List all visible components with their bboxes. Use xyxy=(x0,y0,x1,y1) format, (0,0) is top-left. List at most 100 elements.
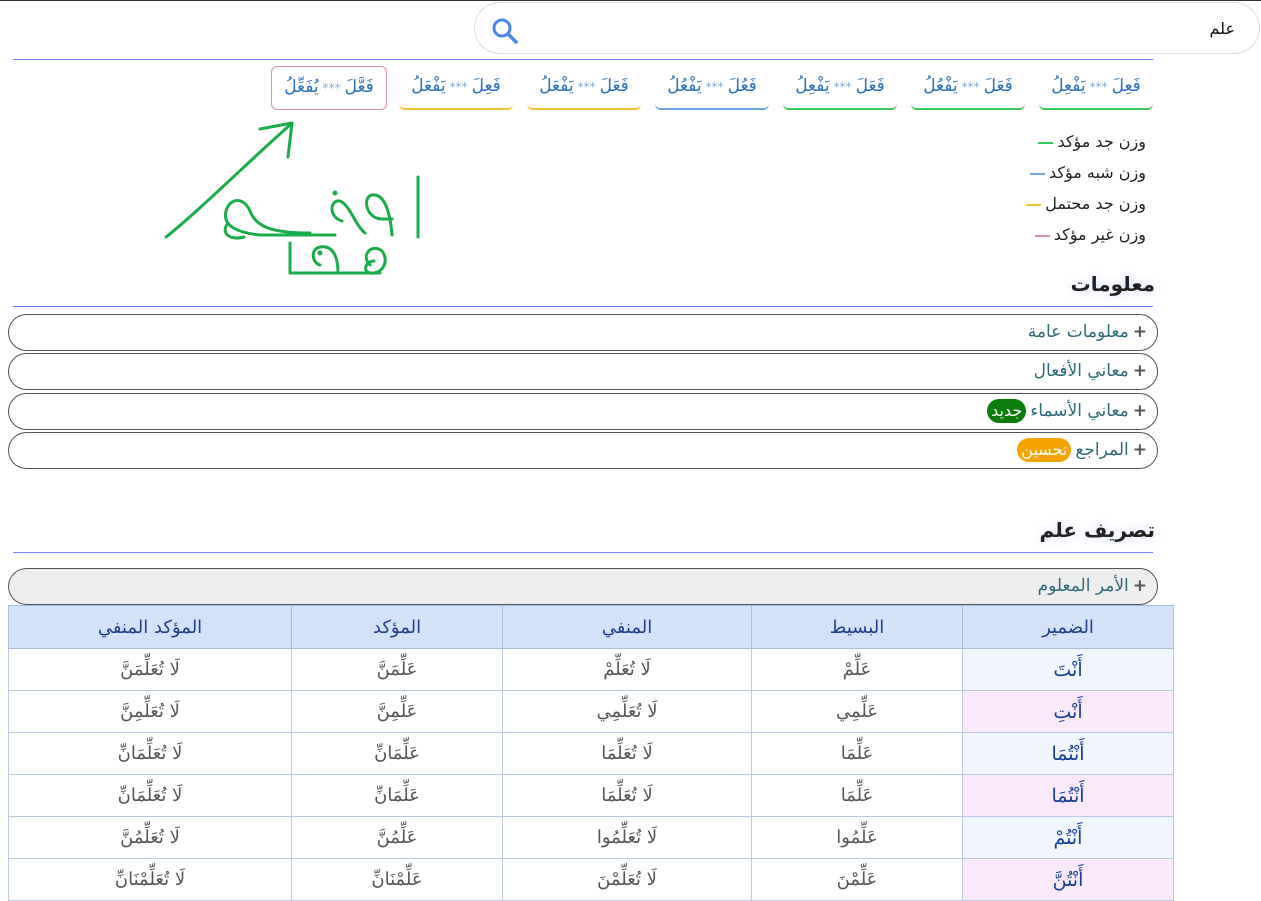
conjugation-cell: لَا تُعَلِّمْنَانِّ xyxy=(8,858,292,901)
accordion-item[interactable]: +المراجعتحسين xyxy=(8,432,1158,469)
plus-icon: + xyxy=(1132,401,1147,421)
column-header: الضمير xyxy=(962,605,1174,649)
legend: وزن جد مؤكد وزن شبه مؤكد وزن جد محتمل وزن غ… xyxy=(1026,126,1146,250)
conjugation-cell: عَلِّمُنَّ xyxy=(291,816,503,859)
conjugation-cell: عَلِّمُوا xyxy=(751,816,963,859)
conjugation-cell: لَا تُعَلِّمَانِّ xyxy=(8,774,292,817)
pronoun-cell: أَنْتُمَا xyxy=(962,732,1174,775)
pattern-past: فَعَلَ xyxy=(599,76,629,96)
pattern-button[interactable]: فَعَلَ***يَفْعَلُ xyxy=(527,66,641,110)
table-row: أَنْتُمَا عَلِّمَا لَا تُعَلِّمَا عَلِّمَان… xyxy=(8,774,1174,817)
pronoun-cell: أَنْتَ xyxy=(962,648,1174,691)
pattern-present: يَفْعَلُ xyxy=(411,76,446,96)
plus-icon: + xyxy=(1132,322,1147,342)
conjugation-cell: لَا تُعَلِّمَا xyxy=(502,732,752,775)
legend-swatch xyxy=(1038,141,1054,144)
conjugation-cell: لَا تُعَلِّمُوا xyxy=(502,816,752,859)
pattern-button[interactable]: فَعَلَ***يَفْعِلُ xyxy=(783,66,897,110)
pattern-separator: *** xyxy=(961,80,980,94)
conjugation-cell: عَلِّمْ xyxy=(751,648,963,691)
conjugation-cell: لَا تُعَلِّمَانِّ xyxy=(8,732,292,775)
conjugation-cell: عَلِّمَانِّ xyxy=(291,732,503,775)
divider xyxy=(13,552,1153,553)
legend-label: وزن شبه مؤكد xyxy=(1048,163,1146,182)
conjugation-cell: عَلِّمِي xyxy=(751,690,963,733)
top-border xyxy=(0,0,1261,1)
pattern-past: فَعَلَ xyxy=(855,76,885,96)
conjugation-cell: لَا تُعَلِّمِنَّ xyxy=(8,690,292,733)
info-heading: معلومات xyxy=(1070,272,1155,296)
legend-swatch xyxy=(1026,203,1042,206)
pattern-button[interactable]: فَعَّلَ***يُفَعِّلُ xyxy=(271,66,387,110)
legend-item: وزن شبه مؤكد xyxy=(1026,157,1146,188)
table-row: أَنْتُمَا عَلِّمَا لَا تُعَلِّمَا عَلِّمَان… xyxy=(8,732,1174,775)
accordion-label: معاني الأفعال xyxy=(1033,361,1129,381)
pronoun-cell: أَنْتُمَا xyxy=(962,774,1174,817)
accordion-item[interactable]: +معاني الأفعال xyxy=(8,353,1158,390)
conjugation-heading: تصريف علم xyxy=(1039,518,1155,542)
plus-icon: + xyxy=(1132,576,1147,596)
legend-label: وزن غير مؤكد xyxy=(1053,225,1146,244)
pattern-past: فَعُلَ xyxy=(727,76,757,96)
conjugation-cell: عَلِّمَا xyxy=(751,774,963,817)
conjugation-cell: عَلِّمَا xyxy=(751,732,963,775)
conjugation-cell: لَا تُعَلِّمَا xyxy=(502,774,752,817)
table-row: أَنْتُمْ عَلِّمُوا لَا تُعَلِّمُوا عَلِّمُن… xyxy=(8,816,1174,859)
pattern-separator: *** xyxy=(322,81,341,95)
pattern-button[interactable]: فَعِلَ***يَفْعِلُ xyxy=(1039,66,1153,110)
pronoun-cell: أَنْتُنَّ xyxy=(962,858,1174,901)
pattern-present: يَفْعُلُ xyxy=(923,76,958,96)
column-header: المنفي xyxy=(502,605,752,649)
table-row: أَنْتِ عَلِّمِي لَا تُعَلِّمِي عَلِّمِنَّ لَ… xyxy=(8,690,1174,733)
table-header-row: الضمير البسيط المنفي المؤكد المؤكد المنفي xyxy=(8,605,1174,649)
pattern-button[interactable]: فَعِلَ***يَفْعَلُ xyxy=(399,66,513,110)
search-input[interactable] xyxy=(535,13,1235,43)
pattern-separator: *** xyxy=(449,80,468,94)
pattern-separator: *** xyxy=(1089,80,1108,94)
divider xyxy=(13,59,1153,60)
pronoun-cell: أَنْتُمْ xyxy=(962,816,1174,859)
table-row: أَنْتَ عَلِّمْ لَا تُعَلِّمْ عَلِّمَنَّ لَا … xyxy=(8,648,1174,691)
pattern-present: يَفْعُلُ xyxy=(667,76,702,96)
conjugation-cell: لَا تُعَلِّمُنَّ xyxy=(8,816,292,859)
column-header: البسيط xyxy=(751,605,963,649)
plus-icon: + xyxy=(1132,440,1147,460)
accordion-item[interactable]: +معاني الأسماءجديد xyxy=(8,393,1158,430)
legend-item: وزن غير مؤكد xyxy=(1026,219,1146,250)
pattern-past: فَعِلَ xyxy=(471,76,501,96)
accordion-item[interactable]: +معلومات عامة xyxy=(8,314,1158,351)
conjugation-cell: لَا تُعَلِّمْ xyxy=(502,648,752,691)
handwritten-annotation xyxy=(164,121,420,275)
pronoun-cell: أَنْتِ xyxy=(962,690,1174,733)
legend-label: وزن جد محتمل xyxy=(1045,194,1146,213)
search-bar[interactable] xyxy=(474,2,1260,54)
column-header: المؤكد xyxy=(291,605,503,649)
section-toggle-imperative-active[interactable]: +الأمر المعلوم xyxy=(8,568,1158,605)
pattern-present: يَفْعَلُ xyxy=(539,76,574,96)
conjugation-cell: لَا تُعَلِّمِي xyxy=(502,690,752,733)
pattern-present: يُفَعِّلُ xyxy=(284,77,319,97)
pattern-present: يَفْعِلُ xyxy=(1051,76,1086,96)
accordion-label: المراجع xyxy=(1075,440,1129,460)
conjugation-cell: عَلِّمْنَانِّ xyxy=(291,858,503,901)
legend-swatch xyxy=(1029,172,1045,175)
conjugation-cell: عَلِّمَنَّ xyxy=(291,648,503,691)
conjugation-cell: عَلِّمَانِّ xyxy=(291,774,503,817)
pattern-button[interactable]: فَعَلَ***يَفْعُلُ xyxy=(911,66,1025,110)
legend-label: وزن جد مؤكد xyxy=(1057,132,1146,151)
accordion-label: معاني الأسماء xyxy=(1030,401,1129,421)
pattern-separator: *** xyxy=(705,80,724,94)
badge: تحسين xyxy=(1017,438,1072,462)
column-header: المؤكد المنفي xyxy=(8,605,292,649)
accordion-label: معلومات عامة xyxy=(1027,322,1129,342)
pattern-separator: *** xyxy=(577,80,596,94)
divider xyxy=(13,306,1153,307)
search-icon[interactable] xyxy=(491,17,519,45)
pattern-button[interactable]: فَعُلَ***يَفْعُلُ xyxy=(655,66,769,110)
table-row: أَنْتُنَّ عَلِّمْنَ لَا تُعَلِّمْنَ عَلِّمْ… xyxy=(8,858,1174,901)
conjugation-cell: لَا تُعَلِّمْنَ xyxy=(502,858,752,901)
legend-item: وزن جد مؤكد xyxy=(1026,126,1146,157)
legend-swatch xyxy=(1034,234,1050,237)
pattern-past: فَعَلَ xyxy=(983,76,1013,96)
legend-item: وزن جد محتمل xyxy=(1026,188,1146,219)
